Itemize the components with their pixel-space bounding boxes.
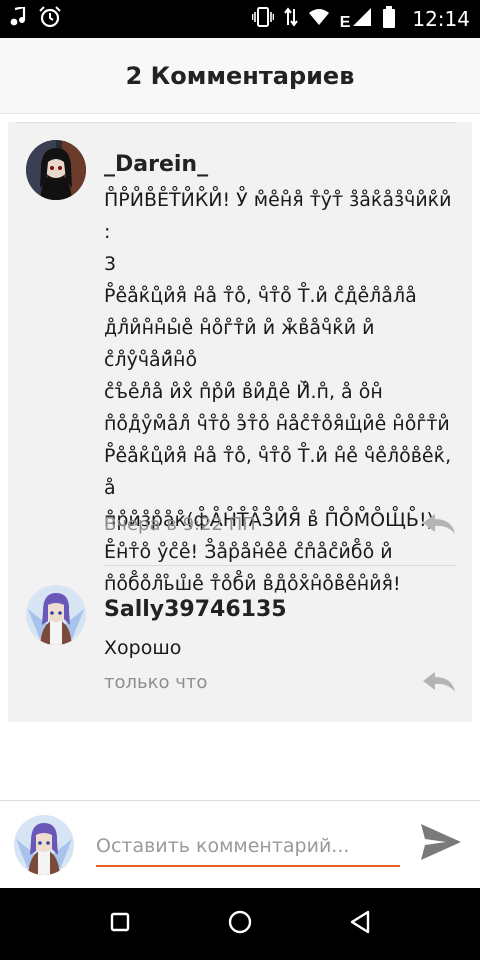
send-icon: [420, 823, 462, 866]
comment-text-line: с̊ъ̊е̊л̊а̊ и̊х̊ п̊р̊и̊ в̊и̊д̊е̊ Й̊.п̊, а…: [104, 381, 383, 403]
comment-username[interactable]: Sally39746135: [104, 597, 287, 622]
home-button[interactable]: [220, 904, 260, 944]
comment-text-line: Р̊е̊а̊к̊ц̊и̊я̊ н̊а̊ т̊о̊, ч̊т̊о̊ Т̊.и̊ с…: [104, 285, 417, 307]
network-arrows-icon: [283, 6, 298, 32]
comment-text-line: Е̊н̊т̊о̊ у̊с̊е̊! З̊а̊р̊а̊н̊е̊е̊ с̊п̊а̊с̊…: [104, 541, 393, 563]
battery-icon: [382, 5, 396, 33]
page-title: 2 Комментариев: [125, 61, 355, 90]
music-note-icon: [10, 5, 26, 32]
comment-text-line: 3: [104, 253, 117, 275]
vibrate-icon: [251, 6, 274, 32]
comment-compose-bar: [0, 800, 480, 888]
comment-item: _Darein_ П̊Р̊И̊В̊Е̊Т̊И̊К̊И̊! У̊ м̊е̊н̊я̊…: [8, 122, 472, 595]
back-button[interactable]: [340, 904, 380, 944]
system-nav-bar: [0, 888, 480, 960]
recents-square-icon: [110, 912, 130, 937]
reply-icon[interactable]: [422, 670, 456, 694]
current-user-avatar[interactable]: [14, 815, 74, 875]
send-button[interactable]: [416, 821, 466, 867]
comment-text-line: Хорошо: [104, 637, 182, 659]
back-triangle-icon: [349, 910, 371, 939]
comments-header: 2 Комментариев: [0, 38, 480, 114]
comment-text: Хорошо: [104, 632, 460, 664]
comment-input[interactable]: [96, 827, 400, 867]
comment-timestamp: только что: [104, 672, 208, 693]
status-bar: E 12:14: [0, 0, 480, 38]
comment-text-line: П̊Р̊И̊В̊Е̊Т̊И̊К̊И̊! У̊ м̊е̊н̊я̊ т̊у̊т̊ з…: [104, 189, 452, 243]
comment-text: П̊Р̊И̊В̊Е̊Т̊И̊К̊И̊! У̊ м̊е̊н̊я̊ т̊у̊т̊ з…: [104, 184, 460, 600]
comment-timestamp: Вчера в 9:22 ПП: [104, 514, 256, 535]
recents-button[interactable]: [100, 904, 140, 944]
comment-list[interactable]: _Darein_ П̊Р̊И̊В̊Е̊Т̊И̊К̊И̊! У̊ м̊е̊н̊я̊…: [8, 122, 472, 722]
alarm-clock-icon: [38, 5, 62, 33]
avatar-purple-hair[interactable]: [26, 585, 86, 645]
comment-username[interactable]: _Darein_: [104, 152, 208, 177]
wifi-icon: [308, 8, 330, 31]
signal-icon: [352, 7, 372, 32]
home-circle-icon: [227, 909, 253, 940]
comment-item: Sally39746135 Хорошо только что: [8, 566, 472, 722]
status-time: 12:14: [412, 7, 470, 31]
comment-text-line: п̊о̊д̊у̊м̊а̊л̊ ч̊т̊о̊ э̊т̊о̊ н̊а̊с̊т̊о̊я…: [104, 413, 450, 435]
comment-text-line: Р̊е̊а̊к̊ц̊и̊я̊ н̊а̊ т̊о̊, ч̊т̊о̊ Т̊.и̊ н…: [104, 445, 452, 499]
reply-icon[interactable]: [422, 512, 456, 536]
network-type-label: E: [339, 13, 351, 31]
comment-text-line: д̊л̊и̊н̊н̊ы̊е̊ н̊о̊г̊т̊и̊ и̊ ж̊в̊а̊ч̊к̊и…: [104, 317, 375, 371]
avatar-dark-hair[interactable]: [26, 140, 86, 200]
